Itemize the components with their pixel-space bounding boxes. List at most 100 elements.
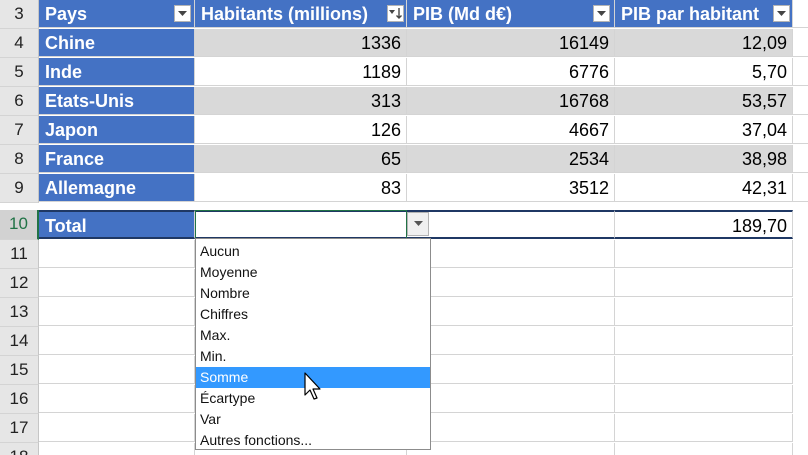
row-number[interactable]: 15 — [0, 356, 39, 385]
header-pib[interactable]: PIB (Md d€) — [407, 0, 615, 28]
empty-cell[interactable] — [407, 414, 615, 442]
empty-cell[interactable] — [407, 385, 615, 413]
cell-total-habitants[interactable] — [195, 210, 407, 239]
empty-cell[interactable] — [615, 356, 793, 384]
spreadsheet-grid: 3 Pays Habitants (millions) PIB (Md d€) … — [0, 0, 808, 455]
cell-habitants[interactable]: 313 — [195, 87, 407, 115]
header-pib-par-habitant[interactable]: PIB par habitant — [615, 0, 793, 28]
empty-cell[interactable] — [39, 385, 195, 413]
row-number[interactable]: 6 — [0, 87, 39, 116]
header-habitants[interactable]: Habitants (millions) — [195, 0, 407, 28]
row-number[interactable]: 16 — [0, 385, 39, 414]
header-label: Habitants (millions) — [201, 4, 369, 24]
cell-total-pib-par-habitant[interactable]: 189,70 — [615, 210, 793, 239]
dropdown-option-nombre[interactable]: Nombre — [196, 283, 430, 304]
empty-cell[interactable] — [39, 240, 195, 268]
dropdown-option-chiffres[interactable]: Chiffres — [196, 304, 430, 325]
empty-cell[interactable] — [615, 269, 793, 297]
cell-pib-par-habitant[interactable]: 5,70 — [615, 58, 793, 86]
empty-cell[interactable] — [407, 298, 615, 326]
empty-cell[interactable] — [407, 327, 615, 355]
empty-cell[interactable] — [407, 356, 615, 384]
empty-cell[interactable] — [793, 145, 808, 173]
cell-pays[interactable]: Inde — [39, 58, 195, 86]
cell-pib[interactable]: 3512 — [407, 174, 615, 202]
table-row: 6 Etats-Unis 313 16768 53,57 — [0, 87, 808, 116]
row-number[interactable]: 12 — [0, 269, 39, 298]
empty-cell[interactable] — [407, 269, 615, 297]
cell-pib[interactable]: 2534 — [407, 145, 615, 173]
row-number[interactable]: 17 — [0, 414, 39, 443]
empty-cell[interactable] — [793, 210, 808, 239]
dropdown-option-max[interactable]: Max. — [196, 325, 430, 346]
row-number[interactable]: 11 — [0, 240, 39, 269]
row-number[interactable]: 18 — [0, 443, 39, 455]
dropdown-option-autres-fonctions[interactable]: Autres fonctions... — [196, 430, 430, 451]
cell-pib[interactable]: 16768 — [407, 87, 615, 115]
empty-cell[interactable] — [793, 116, 808, 144]
cell-habitants[interactable]: 126 — [195, 116, 407, 144]
cell-habitants[interactable]: 83 — [195, 174, 407, 202]
cell-pib-par-habitant[interactable]: 37,04 — [615, 116, 793, 144]
empty-cell[interactable] — [615, 327, 793, 355]
row-number[interactable]: 10 — [0, 210, 39, 240]
total-function-dropdown-button[interactable] — [407, 212, 429, 236]
empty-cell[interactable] — [615, 298, 793, 326]
cell-pib[interactable]: 16149 — [407, 29, 615, 57]
dropdown-option-aucun[interactable]: Aucun — [196, 241, 430, 262]
empty-cell[interactable] — [615, 443, 793, 455]
cell-habitants[interactable]: 65 — [195, 145, 407, 173]
cell-pays[interactable]: Chine — [39, 29, 195, 57]
row-number[interactable]: 4 — [0, 29, 39, 58]
total-function-dropdown-list: Aucun Moyenne Nombre Chiffres Max. Min. … — [195, 238, 431, 450]
row-number[interactable]: 13 — [0, 298, 39, 327]
dropdown-option-moyenne[interactable]: Moyenne — [196, 262, 430, 283]
row-number[interactable]: 14 — [0, 327, 39, 356]
cell-pib-par-habitant[interactable]: 38,98 — [615, 145, 793, 173]
empty-cell[interactable] — [793, 58, 808, 86]
cell-pib-par-habitant[interactable]: 42,31 — [615, 174, 793, 202]
empty-cell[interactable] — [615, 414, 793, 442]
empty-cell[interactable] — [615, 240, 793, 268]
row-number[interactable]: 3 — [0, 0, 39, 29]
empty-cell[interactable] — [793, 174, 808, 202]
table-row: 5 Inde 1189 6776 5,70 — [0, 58, 808, 87]
cell-pays[interactable]: Etats-Unis — [39, 87, 195, 115]
cell-habitants[interactable]: 1336 — [195, 29, 407, 57]
cell-pib[interactable]: 6776 — [407, 58, 615, 86]
empty-cell[interactable] — [39, 327, 195, 355]
dropdown-option-min[interactable]: Min. — [196, 346, 430, 367]
empty-cell[interactable] — [39, 298, 195, 326]
filter-dropdown-icon[interactable] — [174, 5, 191, 22]
table-row: 8 France 65 2534 38,98 — [0, 145, 808, 174]
empty-cell[interactable] — [39, 356, 195, 384]
empty-cell[interactable] — [39, 443, 195, 455]
row-number[interactable]: 9 — [0, 174, 39, 203]
filter-dropdown-icon[interactable] — [593, 5, 610, 22]
dropdown-option-var[interactable]: Var — [196, 409, 430, 430]
cell-total-label[interactable]: Total — [39, 210, 195, 239]
empty-cell[interactable] — [39, 269, 195, 297]
cell-habitants[interactable]: 1189 — [195, 58, 407, 86]
sort-descending-icon[interactable] — [387, 5, 404, 22]
empty-cell[interactable] — [793, 87, 808, 115]
empty-cell[interactable] — [39, 414, 195, 442]
row-number[interactable]: 7 — [0, 116, 39, 145]
empty-cell[interactable] — [793, 29, 808, 57]
filter-dropdown-icon[interactable] — [773, 5, 790, 22]
table-row: 9 Allemagne 83 3512 42,31 — [0, 174, 808, 203]
header-pays[interactable]: Pays — [39, 0, 195, 28]
empty-cell[interactable] — [407, 443, 615, 455]
row-number[interactable]: 8 — [0, 145, 39, 174]
cell-pib-par-habitant[interactable]: 12,09 — [615, 29, 793, 57]
cell-pays[interactable]: Allemagne — [39, 174, 195, 202]
empty-cell[interactable] — [615, 385, 793, 413]
cell-total-pib[interactable] — [407, 210, 615, 239]
empty-cell[interactable] — [407, 240, 615, 268]
cell-pays[interactable]: France — [39, 145, 195, 173]
row-number[interactable]: 5 — [0, 58, 39, 87]
cell-pays[interactable]: Japon — [39, 116, 195, 144]
cell-pib-par-habitant[interactable]: 53,57 — [615, 87, 793, 115]
cell-pib[interactable]: 4667 — [407, 116, 615, 144]
empty-cell[interactable] — [793, 0, 808, 28]
